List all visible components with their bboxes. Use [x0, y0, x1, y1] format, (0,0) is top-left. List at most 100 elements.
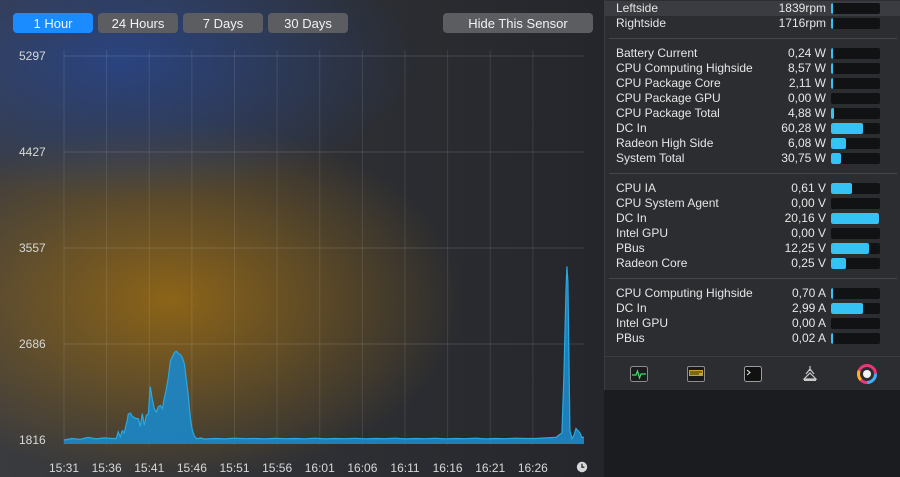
power-row[interactable]: System Total 30,75 W	[605, 151, 900, 166]
sensor-level-bar	[831, 123, 880, 134]
voltage-row[interactable]: PBus 12,25 V	[605, 241, 900, 256]
fan-speed-group: Leftside 1839rpm Rightside 1716rpm	[605, 1, 900, 31]
sensor-value: 12,25 V	[784, 241, 826, 255]
sensor-value: 60,28 W	[781, 121, 826, 135]
sensor-level-bar	[831, 3, 880, 14]
x-tick-label: 15:31	[49, 461, 79, 475]
sensor-level-fill	[831, 108, 834, 119]
sensor-label: Battery Current	[616, 46, 698, 60]
sensor-label: CPU Package Total	[616, 106, 720, 120]
sensor-label: Intel GPU	[616, 226, 669, 240]
voltage-row[interactable]: DC In 20,16 V	[605, 211, 900, 226]
sensor-value: 30,75 W	[781, 151, 826, 165]
sensor-settings-icon[interactable]	[799, 363, 821, 385]
sensor-label: Rightside	[616, 16, 667, 30]
x-tick-label: 15:56	[262, 461, 292, 475]
console-log-icon[interactable]	[685, 363, 707, 385]
power-row[interactable]: Battery Current 0,24 W	[605, 46, 900, 61]
sensor-level-fill	[831, 183, 852, 194]
current-row[interactable]: Intel GPU 0,00 A	[605, 316, 900, 331]
sensor-history-chart: 5297 4427 3557 2686 181615:31 15:36 15:41 15:46…	[19, 49, 584, 475]
fan-row[interactable]: Rightside 1716rpm	[605, 16, 900, 31]
color-wheel-icon[interactable]	[856, 363, 878, 385]
sensor-level-bar	[831, 258, 880, 269]
power-row[interactable]: CPU Package GPU 0,00 W	[605, 91, 900, 106]
sensor-level-bar	[831, 48, 880, 59]
desktop-background	[604, 390, 900, 477]
sensor-level-fill	[831, 78, 833, 89]
sensor-level-fill	[831, 258, 846, 269]
sensor-level-bar	[831, 18, 880, 29]
sensor-level-bar	[831, 63, 880, 74]
voltage-group: CPU IA 0,61 V CPU System Agent 0,00 V DC In 2…	[605, 181, 900, 271]
sensor-label: Intel GPU	[616, 316, 669, 330]
sensor-level-fill	[831, 138, 846, 149]
voltage-row[interactable]: CPU System Agent 0,00 V	[605, 196, 900, 211]
sensor-label: Leftside	[616, 1, 659, 15]
sensor-level-bar	[831, 198, 880, 209]
divider	[609, 38, 897, 39]
sensor-level-fill	[831, 213, 880, 224]
x-tick-label: 15:36	[92, 461, 122, 475]
sensor-value: 0,02 A	[791, 331, 826, 345]
sensor-level-bar	[831, 288, 880, 299]
power-row[interactable]: DC In 60,28 W	[605, 121, 900, 136]
sensor-value: 2,99 A	[791, 301, 826, 315]
y-tick-label: 5297	[19, 49, 46, 63]
divider	[609, 173, 897, 174]
power-row[interactable]: CPU Package Core 2,11 W	[605, 76, 900, 91]
current-row[interactable]: DC In 2,99 A	[605, 301, 900, 316]
sensor-level-bar	[831, 318, 880, 329]
clock-icon[interactable]	[576, 461, 588, 473]
y-tick-label: 1816	[19, 433, 46, 447]
current-group: CPU Computing Highside 0,70 A DC In 2,99 AI…	[605, 286, 900, 346]
current-row[interactable]: PBus 0,02 A	[605, 331, 900, 346]
power-row[interactable]: Radeon High Side 6,08 W	[605, 136, 900, 151]
sensor-label: DC In	[616, 211, 647, 225]
sensor-level-bar	[831, 243, 880, 254]
divider	[609, 278, 897, 279]
sensor-label: CPU IA	[616, 181, 657, 195]
sensor-label: PBus	[616, 241, 645, 255]
y-tick-label: 2686	[19, 337, 46, 351]
x-tick-label: 16:16	[433, 461, 463, 475]
y-tick-label: 4427	[19, 145, 46, 159]
activity-monitor-icon[interactable]	[628, 363, 650, 385]
power-row[interactable]: CPU Package Total 4,88 W	[605, 106, 900, 121]
sensor-panel: Leftside 1839rpm Rightside 1716rpm Battery …	[604, 0, 900, 390]
sensor-label: Radeon High Side	[616, 136, 714, 150]
power-group: Battery Current 0,24 W CPU Computing Highs…	[605, 46, 900, 166]
sensor-value: 8,57 W	[787, 61, 826, 75]
voltage-row[interactable]: Intel GPU 0,00 V	[605, 226, 900, 241]
x-tick-label: 16:06	[347, 461, 377, 475]
sensor-label: CPU Computing Highside	[616, 286, 753, 300]
terminal-icon[interactable]	[742, 363, 764, 385]
sensor-label: DC In	[616, 121, 647, 135]
current-row[interactable]: CPU Computing Highside 0,70 A	[605, 286, 900, 301]
voltage-row[interactable]: CPU IA 0,61 V	[605, 181, 900, 196]
sensor-value: 1716rpm	[778, 16, 826, 30]
graph-window: 1 Hour 24 Hours 7 Days 30 Days Hide This…	[0, 0, 604, 477]
sensor-label: PBus	[616, 331, 645, 345]
sensor-level-bar	[831, 78, 880, 89]
sensor-label: CPU Package Core	[616, 76, 721, 90]
sensor-level-bar	[831, 108, 880, 119]
x-tick-label: 15:46	[177, 461, 207, 475]
x-tick-label: 15:41	[134, 461, 164, 475]
sensor-value: 0,70 A	[791, 286, 826, 300]
power-row[interactable]: CPU Computing Highside 8,57 W	[605, 61, 900, 76]
fan-row[interactable]: Leftside 1839rpm	[605, 1, 900, 16]
sensor-level-fill	[831, 123, 863, 134]
sensor-level-fill	[831, 303, 863, 314]
voltage-row[interactable]: Radeon Core 0,25 V	[605, 256, 900, 271]
x-tick-label: 16:26	[518, 461, 548, 475]
sensor-level-fill	[831, 63, 834, 74]
sensor-label: CPU System Agent	[616, 196, 719, 210]
sensor-value: 1839rpm	[778, 1, 826, 15]
sensor-value: 6,08 W	[787, 136, 826, 150]
sensor-value: 0,61 V	[791, 181, 826, 195]
sensor-value: 0,00 W	[787, 91, 826, 105]
sensor-level-bar	[831, 138, 880, 149]
sensor-level-fill	[831, 288, 834, 299]
sensor-label: System Total	[616, 151, 685, 165]
